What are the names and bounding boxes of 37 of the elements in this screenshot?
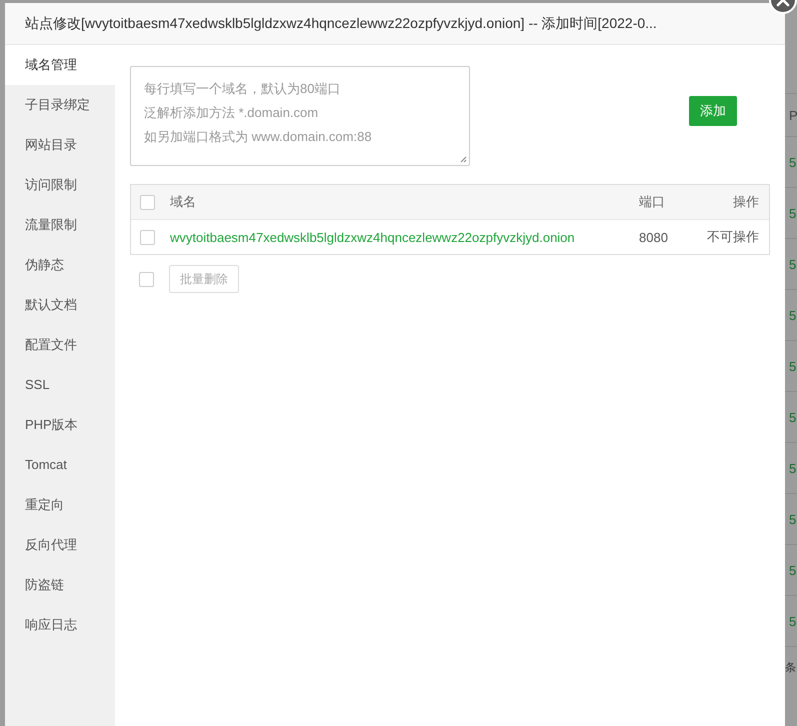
sidebar-item[interactable]: SSL <box>5 365 115 405</box>
sidebar-item[interactable]: 重定向 <box>5 485 115 525</box>
background-text: 5 <box>789 358 796 374</box>
background-text: 5 <box>789 562 796 578</box>
sidebar-item[interactable]: PHP版本 <box>5 405 115 445</box>
sidebar-item[interactable]: 默认文档 <box>5 285 115 325</box>
background-text: 5 <box>789 410 796 424</box>
background-text: 5 <box>789 308 796 322</box>
background-text: 5 <box>789 614 796 628</box>
checkbox[interactable] <box>140 230 155 244</box>
sidebar-item[interactable]: 响应日志 <box>5 605 115 645</box>
sidebar-item[interactable]: 反向代理 <box>5 525 115 565</box>
background-text: 5 <box>789 154 796 170</box>
sidebar-item[interactable]: 防盗链 <box>5 565 115 605</box>
sidebar-item[interactable]: Tomcat <box>5 445 115 485</box>
background-text: 5 <box>789 256 796 272</box>
background-text: 5 <box>789 460 796 476</box>
sidebar-item[interactable]: 网站目录 <box>5 125 115 165</box>
column-header: 操作 <box>732 193 759 211</box>
column-header: 端口 <box>639 193 666 211</box>
window-title: 站点修改[wvytoitbaesm47xedwsklb5lgldzxwz4hqncezlewwz22ozpfyvzkjyd.onion] -- 添加时间[2022-0... <box>25 14 657 32</box>
background-text: 5 <box>789 512 796 526</box>
background-text: 条 <box>785 660 796 674</box>
checkbox[interactable] <box>139 272 154 286</box>
sidebar-item[interactable]: 流量限制 <box>5 205 115 245</box>
background-text: P <box>789 108 797 122</box>
sidebar-item[interactable]: 域名管理 <box>5 45 115 85</box>
resize-grip-icon[interactable] <box>459 155 467 163</box>
sidebar-item[interactable]: 访问限制 <box>5 165 115 205</box>
table-cell-text: 8080 <box>639 230 669 244</box>
checkbox[interactable] <box>140 194 155 210</box>
column-header: 域名 <box>170 193 197 211</box>
sidebar-item[interactable]: 配置文件 <box>5 325 115 365</box>
sidebar-item[interactable]: 子目录绑定 <box>5 85 115 125</box>
table-cell-text: 不可操作 <box>706 228 759 246</box>
background-text: 5 <box>789 206 796 220</box>
sidebar-item[interactable]: 伪静态 <box>5 245 115 285</box>
